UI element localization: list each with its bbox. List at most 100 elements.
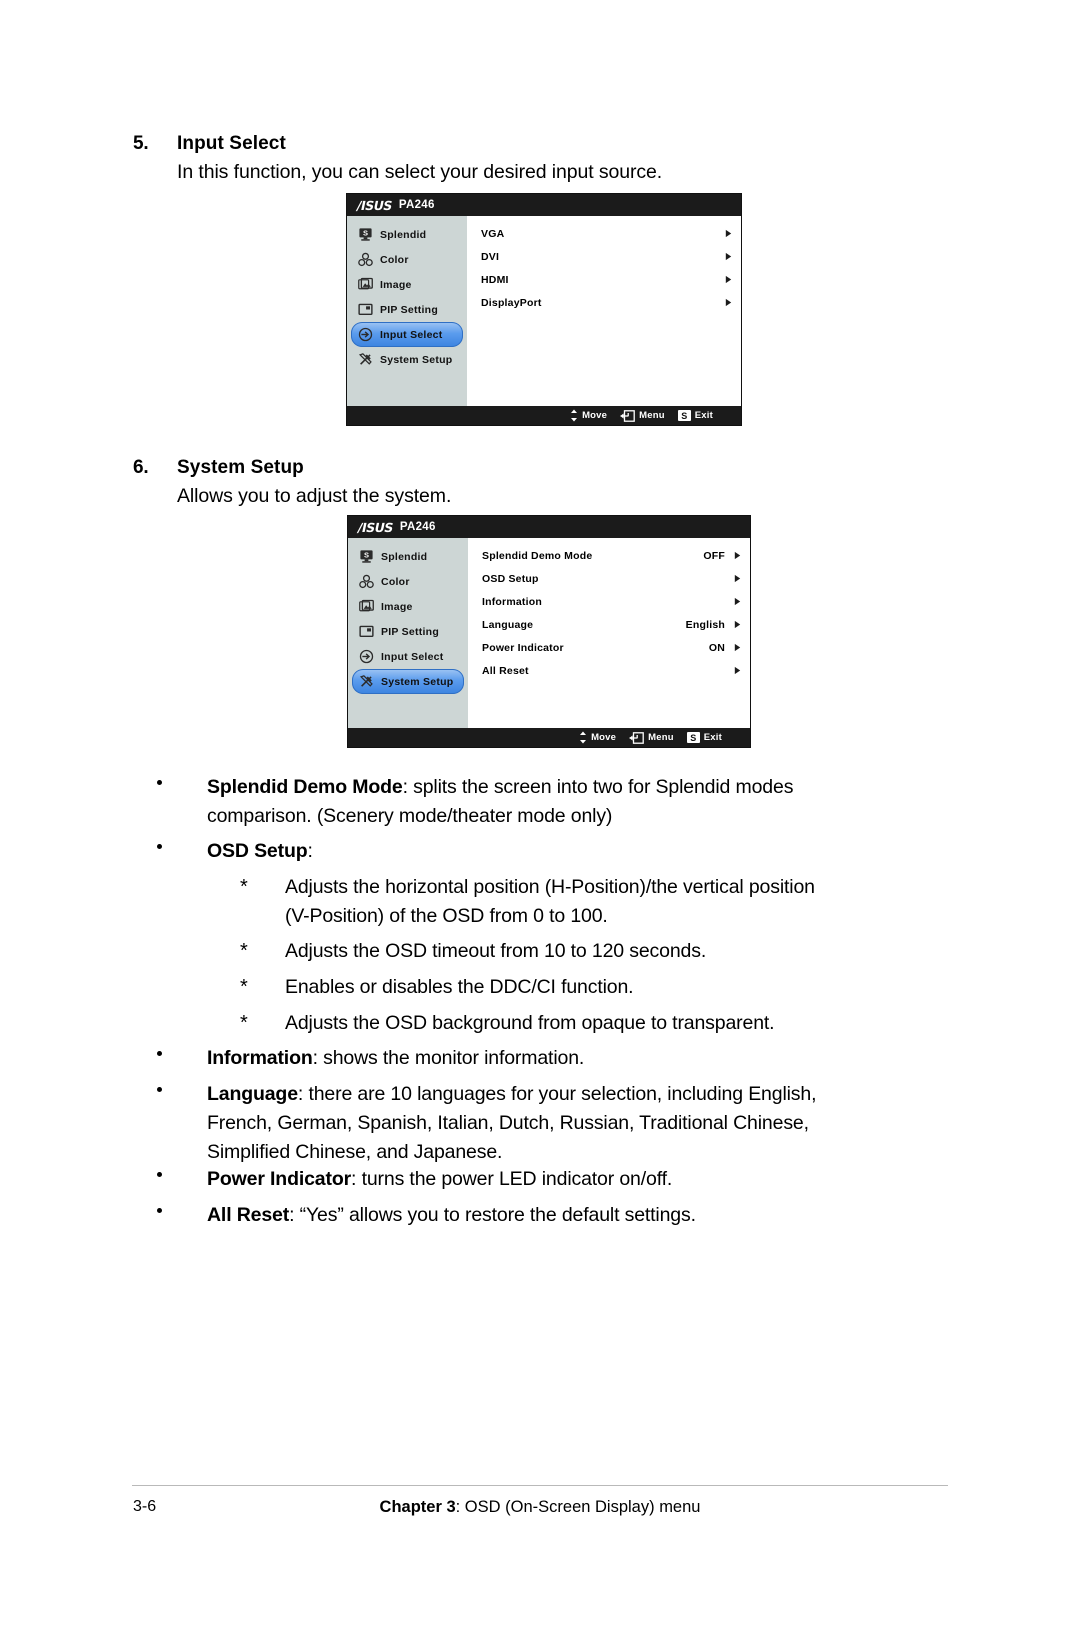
menu-option-label: Language: [482, 618, 534, 631]
section-6-description: Allows you to adjust the system.: [177, 485, 452, 507]
menu-option-label: Splendid Demo Mode: [482, 549, 593, 562]
sidebar-item-label: PIP Setting: [380, 303, 438, 316]
chevron-right-icon[interactable]: [733, 643, 742, 652]
osd-footer-menu[interactable]: Menu: [629, 731, 674, 744]
color-palette-icon: [358, 252, 373, 267]
sidebar-item-splendid[interactable]: S Splendid: [351, 222, 463, 247]
osd-footer-move[interactable]: Move: [570, 409, 607, 422]
osd-footer-move[interactable]: Move: [579, 731, 616, 744]
asterisk-marker: *: [240, 976, 248, 998]
bullet-dot-icon: [157, 1087, 162, 1092]
menu-option-all-reset[interactable]: All Reset: [468, 659, 750, 682]
osd-footer-label: Move: [582, 410, 608, 421]
menu-option-spacer: [467, 360, 741, 383]
bullet-dot-icon: [157, 1208, 162, 1213]
sidebar-item-pip-setting[interactable]: PIP Setting: [352, 619, 464, 644]
input-select-icon: [358, 327, 373, 342]
menu-option-hdmi[interactable]: HDMI: [467, 268, 741, 291]
osd-footer-label: Exit: [703, 732, 722, 743]
menu-option-power-indicator[interactable]: Power Indicator ON: [468, 636, 750, 659]
menu-option-dvi[interactable]: DVI: [467, 245, 741, 268]
chevron-right-icon[interactable]: [733, 666, 742, 675]
osd-options-panel: Splendid Demo Mode OFF OSD Setup Informatio…: [468, 538, 750, 728]
sidebar-item-input-select[interactable]: Input Select: [352, 644, 464, 669]
s-badge-icon: S: [677, 410, 691, 421]
osd-options-panel: VGA DVI HDMI DisplayPort: [467, 216, 741, 406]
sidebar-item-system-setup[interactable]: System Setup: [352, 669, 464, 694]
asterisk-marker: *: [240, 876, 248, 898]
footer-divider: [132, 1485, 948, 1486]
splendid-icon: S: [360, 550, 373, 563]
sub-item-text: Adjusts the horizontal position (H-Posit…: [285, 876, 815, 927]
sidebar-item-color[interactable]: Color: [352, 569, 464, 594]
chevron-right-icon[interactable]: [724, 275, 733, 284]
pip-icon: [358, 303, 373, 315]
sidebar-item-label: Splendid: [381, 550, 428, 563]
bullet-text: Splendid Demo Mode: splits the screen in…: [207, 776, 794, 827]
chevron-right-icon[interactable]: [724, 298, 733, 307]
menu-option-information[interactable]: Information: [468, 590, 750, 613]
enter-key-icon: [620, 409, 636, 422]
bullet-dot-icon: [157, 1172, 162, 1177]
sidebar-item-image[interactable]: Image: [352, 594, 464, 619]
up-down-arrows-icon: [580, 731, 587, 744]
asus-logo-icon: /ISUS: [356, 519, 395, 535]
menu-option-label: Power Indicator: [482, 641, 564, 654]
osd-input-select-menu[interactable]: /ISUS PA246 S Splendid Color Image PIP S…: [347, 194, 741, 425]
osd-system-setup-menu[interactable]: /ISUS PA246 S Splendid Color Image PIP S…: [348, 516, 750, 747]
menu-option-label: Information: [482, 595, 542, 608]
osd-footer-exit[interactable]: S Exit: [677, 410, 713, 421]
sidebar-item-input-select[interactable]: Input Select: [351, 322, 463, 347]
sidebar-item-splendid[interactable]: S Splendid: [352, 544, 464, 569]
sidebar-item-label: Image: [380, 278, 412, 291]
menu-option-vga[interactable]: VGA: [467, 222, 741, 245]
menu-option-label: VGA: [481, 227, 505, 240]
osd-footer-bar: Move Menu S Exit: [347, 406, 741, 425]
input-select-icon: [359, 649, 374, 664]
osd-sidebar-nav: S Splendid Color Image PIP Setting Input…: [348, 538, 468, 728]
bullet-dot-icon: [157, 1051, 162, 1056]
osd-sidebar-nav: S Splendid Color Image PIP Setting Input…: [347, 216, 467, 406]
sidebar-item-image[interactable]: Image: [351, 272, 463, 297]
bullet-text: Power Indicator: turns the power LED ind…: [207, 1168, 673, 1190]
bullet-text: Information: shows the monitor informati…: [207, 1047, 585, 1069]
menu-option-displayport[interactable]: DisplayPort: [467, 291, 741, 314]
sidebar-item-pip-setting[interactable]: PIP Setting: [351, 297, 463, 322]
menu-option-language[interactable]: Language English: [468, 613, 750, 636]
menu-option-spacer: [467, 383, 741, 406]
osd-footer-exit[interactable]: S Exit: [686, 732, 722, 743]
osd-footer-label: Menu: [648, 732, 674, 743]
asterisk-marker: *: [240, 1012, 248, 1034]
color-palette-icon: [359, 574, 374, 589]
osd-footer-bar: Move Menu S Exit: [348, 728, 750, 747]
footer-chapter-label: Chapter 3: OSD (On-Screen Display) menu: [379, 1498, 701, 1516]
sidebar-item-label: Image: [381, 600, 413, 613]
osd-footer-menu[interactable]: Menu: [620, 409, 665, 422]
pip-icon: [359, 625, 374, 637]
chevron-right-icon[interactable]: [724, 252, 733, 261]
sidebar-item-system-setup[interactable]: System Setup: [351, 347, 463, 372]
section-6-title: System Setup: [177, 457, 304, 478]
sidebar-item-color[interactable]: Color: [351, 247, 463, 272]
bullet-text: All Reset: “Yes” allows you to restore t…: [207, 1204, 696, 1226]
chevron-right-icon[interactable]: [733, 620, 742, 629]
osd-title-bar: /ISUS PA246: [347, 194, 741, 216]
tools-icon: [359, 675, 373, 687]
menu-option-splendid-demo-mode[interactable]: Splendid Demo Mode OFF: [468, 544, 750, 567]
chevron-right-icon[interactable]: [733, 597, 742, 606]
sidebar-item-label: PIP Setting: [381, 625, 439, 638]
menu-option-spacer: [468, 682, 750, 705]
menu-option-spacer: [468, 705, 750, 728]
chevron-right-icon[interactable]: [733, 551, 742, 560]
bullet-dot-icon: [157, 844, 162, 849]
sidebar-item-label: System Setup: [381, 675, 454, 688]
sidebar-item-label: Splendid: [380, 228, 427, 241]
menu-option-spacer: [467, 337, 741, 360]
osd-title-bar: /ISUS PA246: [348, 516, 750, 538]
chevron-right-icon[interactable]: [733, 574, 742, 583]
chevron-right-icon[interactable]: [724, 229, 733, 238]
svg-text:S: S: [364, 551, 369, 560]
section-5-number: 5.: [133, 133, 149, 154]
menu-option-label: DisplayPort: [481, 296, 542, 309]
menu-option-osd-setup[interactable]: OSD Setup: [468, 567, 750, 590]
